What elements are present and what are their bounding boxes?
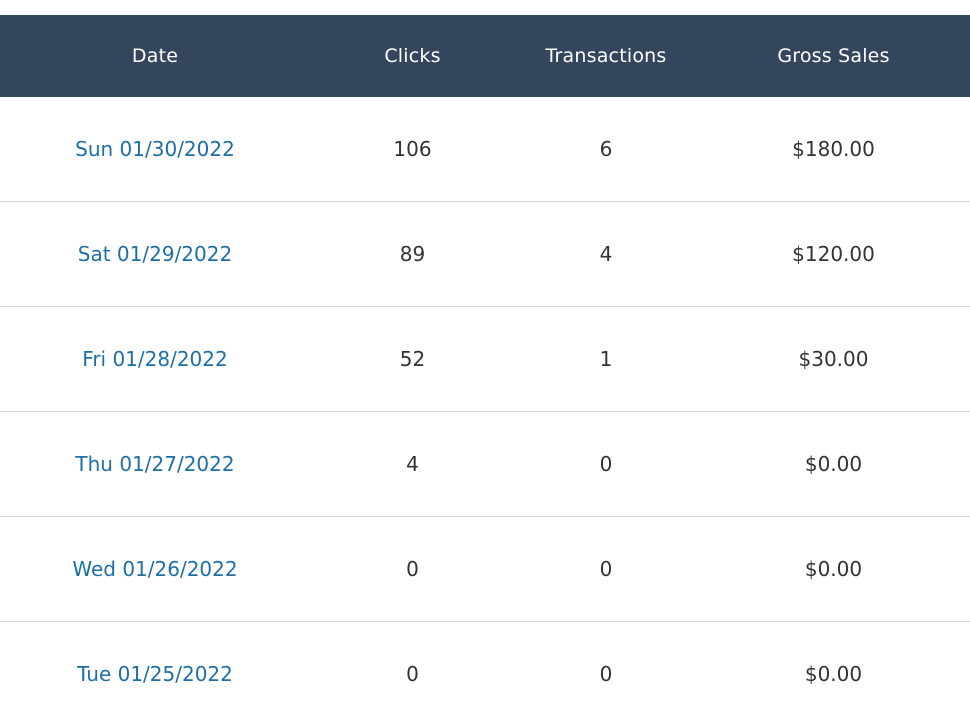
table-row: Tue 01/25/2022 0 0 $0.00 <box>0 622 970 726</box>
date-cell: Sat 01/29/2022 <box>0 242 310 266</box>
daily-stats-table: Date Clicks Transactions Gross Sales Sun… <box>0 15 970 726</box>
transactions-cell: 6 <box>599 137 613 161</box>
clicks-cell: 52 <box>399 347 426 371</box>
table-row: Sat 01/29/2022 89 4 $120.00 <box>0 202 970 307</box>
transactions-cell: 0 <box>599 662 613 686</box>
table-row: Fri 01/28/2022 52 1 $30.00 <box>0 307 970 412</box>
gross-sales-cell: $180.00 <box>792 137 875 161</box>
clicks-cell: 0 <box>406 662 419 686</box>
transactions-cell: 0 <box>599 557 613 581</box>
transactions-cell: 0 <box>599 452 613 476</box>
date-cell: Tue 01/25/2022 <box>0 662 310 686</box>
table-row: Thu 01/27/2022 4 0 $0.00 <box>0 412 970 517</box>
gross-sales-cell: $30.00 <box>798 347 869 371</box>
date-link[interactable]: Sat 01/29/2022 <box>78 242 232 266</box>
table-header: Date Clicks Transactions Gross Sales <box>0 15 970 97</box>
date-link[interactable]: Sun 01/30/2022 <box>75 137 235 161</box>
clicks-cell: 106 <box>393 137 432 161</box>
date-cell: Fri 01/28/2022 <box>0 347 310 371</box>
column-header-date[interactable]: Date <box>0 45 310 67</box>
gross-sales-cell: $0.00 <box>804 662 863 686</box>
clicks-cell: 4 <box>406 452 419 476</box>
column-header-transactions[interactable]: Transactions <box>515 45 697 67</box>
column-header-clicks[interactable]: Clicks <box>310 45 515 67</box>
date-cell: Sun 01/30/2022 <box>0 137 310 161</box>
date-link[interactable]: Thu 01/27/2022 <box>75 452 234 476</box>
column-header-gross-sales[interactable]: Gross Sales <box>697 45 970 67</box>
date-link[interactable]: Tue 01/25/2022 <box>77 662 233 686</box>
gross-sales-cell: $0.00 <box>804 557 863 581</box>
table-row: Sun 01/30/2022 106 6 $180.00 <box>0 97 970 202</box>
gross-sales-cell: $120.00 <box>792 242 875 266</box>
clicks-cell: 0 <box>406 557 419 581</box>
table-row: Wed 01/26/2022 0 0 $0.00 <box>0 517 970 622</box>
date-cell: Wed 01/26/2022 <box>0 557 310 581</box>
date-link[interactable]: Fri 01/28/2022 <box>82 347 227 371</box>
date-cell: Thu 01/27/2022 <box>0 452 310 476</box>
transactions-cell: 1 <box>599 347 613 371</box>
transactions-cell: 4 <box>599 242 613 266</box>
date-link[interactable]: Wed 01/26/2022 <box>72 557 237 581</box>
clicks-cell: 89 <box>399 242 426 266</box>
gross-sales-cell: $0.00 <box>804 452 863 476</box>
